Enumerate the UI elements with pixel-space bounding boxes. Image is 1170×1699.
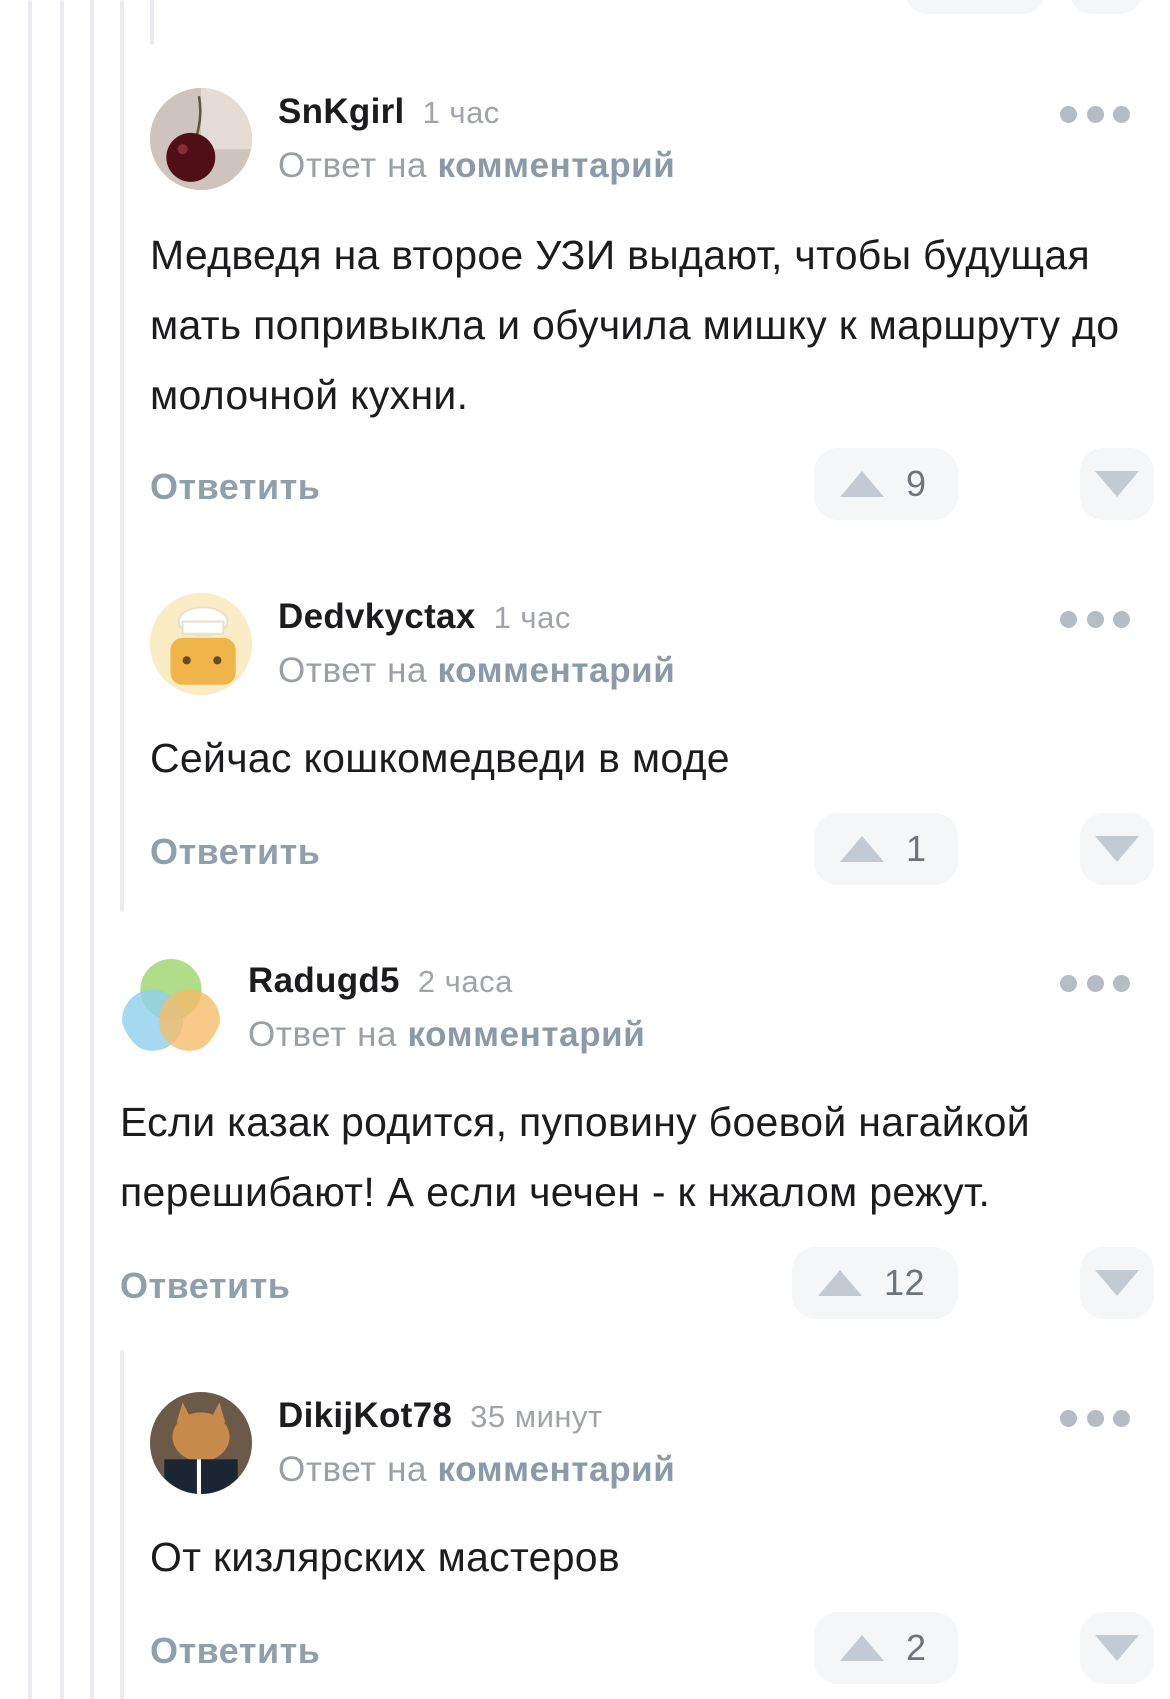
timestamp: 1 час xyxy=(422,95,500,130)
reply-to: Ответ на комментарий xyxy=(278,651,675,691)
downvote-arrow-icon xyxy=(1095,836,1139,862)
thread-line-5 xyxy=(120,0,124,912)
reply-to-prefix: Ответ на xyxy=(278,146,428,185)
downvote-button[interactable] xyxy=(1080,448,1154,520)
vote-score: 1 xyxy=(906,828,927,869)
vote-score: 12 xyxy=(884,1262,926,1303)
downvote-arrow-icon xyxy=(1095,1270,1139,1296)
avatar[interactable] xyxy=(150,593,252,695)
reply-to-link[interactable]: комментарий xyxy=(437,1450,675,1489)
avatar[interactable] xyxy=(150,1392,252,1494)
reply-button[interactable]: Ответить xyxy=(150,1630,320,1672)
upvote-button[interactable]: 2 xyxy=(814,1612,958,1684)
top-downvote-pill[interactable] xyxy=(1070,0,1142,14)
thread-line-4 xyxy=(150,0,154,45)
reply-button[interactable]: Ответить xyxy=(120,1265,290,1307)
reply-to-link[interactable]: комментарий xyxy=(437,146,675,185)
reply-button[interactable]: Ответить xyxy=(150,466,320,508)
comment-text: Медведя на второе УЗИ выдают, чтобы буду… xyxy=(150,232,1120,418)
username-text[interactable]: DikijKot78 xyxy=(278,1396,452,1435)
timestamp: 2 часа xyxy=(417,964,513,999)
username[interactable]: SnKgirl 1 час xyxy=(278,92,500,132)
more-options-icon[interactable] xyxy=(1060,1408,1130,1428)
reply-to: Ответ на комментарий xyxy=(278,146,675,186)
username[interactable]: Dedvkyctax 1 час xyxy=(278,597,571,637)
downvote-button[interactable] xyxy=(1080,813,1154,885)
thread-line-2 xyxy=(60,0,64,1699)
timestamp: 35 минут xyxy=(470,1399,603,1434)
vote-score: 9 xyxy=(906,463,927,504)
more-options-icon[interactable] xyxy=(1060,609,1130,629)
upvote-button[interactable]: 12 xyxy=(792,1247,958,1319)
reply-to-link[interactable]: комментарий xyxy=(407,1015,645,1054)
upvote-arrow-icon xyxy=(840,471,884,497)
downvote-arrow-icon xyxy=(1095,1635,1139,1661)
thread-line-1 xyxy=(28,0,32,1699)
chef-toast-avatar-image xyxy=(150,593,252,695)
reply-to-prefix: Ответ на xyxy=(248,1015,398,1054)
reply-button[interactable]: Ответить xyxy=(150,831,320,873)
cat-avatar-image xyxy=(150,1392,252,1494)
username[interactable]: DikijKot78 35 минут xyxy=(278,1396,603,1436)
reply-to-prefix: Ответ на xyxy=(278,1450,428,1489)
vote-score: 2 xyxy=(906,1627,927,1668)
downvote-button[interactable] xyxy=(1080,1247,1154,1319)
username-text[interactable]: Radugd5 xyxy=(248,961,400,1000)
comment-text: Сейчас кошкомедведи в моде xyxy=(150,735,730,781)
downvote-arrow-icon xyxy=(1095,471,1139,497)
top-upvote-pill[interactable] xyxy=(905,0,1045,14)
username[interactable]: Radugd5 2 часа xyxy=(248,961,513,1001)
username-text[interactable]: SnKgirl xyxy=(278,92,405,131)
venn-diagram-avatar-image xyxy=(120,957,222,1059)
upvote-button[interactable]: 9 xyxy=(814,448,958,520)
downvote-button[interactable] xyxy=(1080,1612,1154,1684)
comment-text: Если казак родится, пуповину боевой нага… xyxy=(120,1099,1030,1215)
avatar[interactable] xyxy=(150,88,252,190)
upvote-arrow-icon xyxy=(818,1270,862,1296)
reply-to: Ответ на комментарий xyxy=(248,1015,645,1055)
upvote-button[interactable]: 1 xyxy=(814,813,958,885)
timestamp: 1 час xyxy=(493,600,571,635)
more-options-icon[interactable] xyxy=(1060,973,1130,993)
reply-to: Ответ на комментарий xyxy=(278,1450,675,1490)
reply-to-prefix: Ответ на xyxy=(278,651,428,690)
username-text[interactable]: Dedvkyctax xyxy=(278,597,476,636)
upvote-arrow-icon xyxy=(840,836,884,862)
comment-text: От кизлярских мастеров xyxy=(150,1534,620,1580)
thread-line-3 xyxy=(90,0,94,1699)
reply-to-link[interactable]: комментарий xyxy=(437,651,675,690)
thread-line-6 xyxy=(120,1350,124,1699)
avatar[interactable] xyxy=(120,957,222,1059)
more-options-icon[interactable] xyxy=(1060,104,1130,124)
cherry-avatar-image xyxy=(150,88,252,190)
upvote-arrow-icon xyxy=(840,1635,884,1661)
